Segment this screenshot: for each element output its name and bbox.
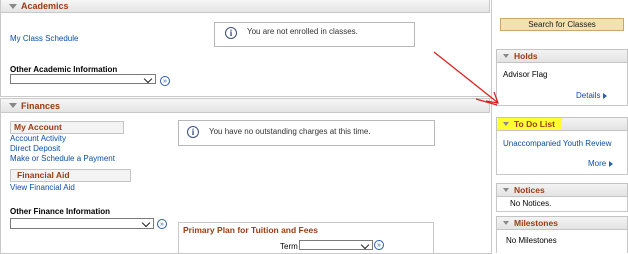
annotation-arrow-icon [433,51,499,106]
